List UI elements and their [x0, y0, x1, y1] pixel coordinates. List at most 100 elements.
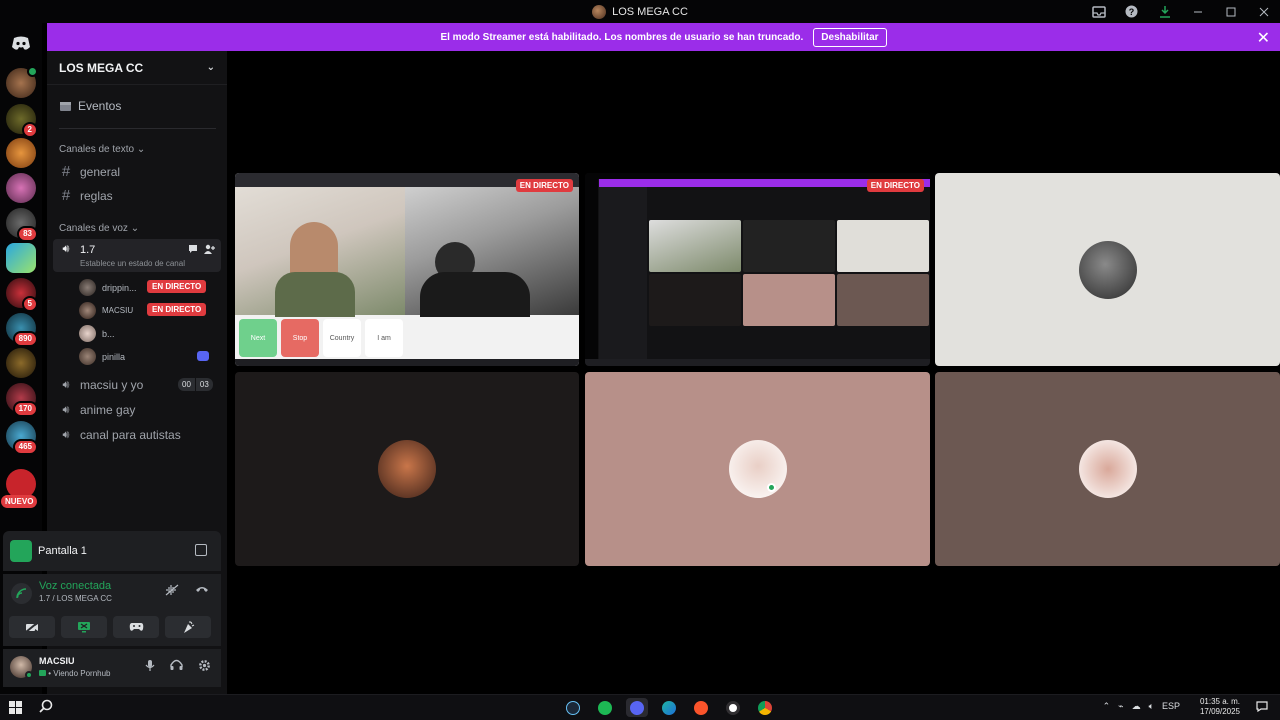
participant-tile[interactable]	[935, 173, 1280, 366]
screen-share-button[interactable]	[61, 616, 107, 638]
username[interactable]: MACSIU	[39, 656, 75, 666]
voice-channel-canal-para-autistas[interactable]: 🔊︎ canal para autistas	[59, 428, 181, 442]
voice-channel-anime-gay[interactable]: 🔊︎ anime gay	[59, 403, 136, 417]
stop-stream-icon[interactable]	[195, 544, 207, 556]
banner-close-icon[interactable]: ✕	[1257, 28, 1270, 48]
language-indicator[interactable]: ESP	[1162, 701, 1180, 712]
maximize-icon[interactable]	[1214, 0, 1247, 23]
mini-tile	[743, 274, 835, 326]
online-status-indicator	[25, 671, 33, 679]
network-icon[interactable]: ⌁	[1118, 701, 1123, 712]
channel-reglas[interactable]: # reglas	[59, 187, 113, 204]
volume-icon[interactable]: 🔈︎	[1149, 701, 1154, 712]
signal-icon[interactable]	[11, 583, 32, 604]
server-icon[interactable]: 890	[6, 313, 38, 347]
close-icon[interactable]	[1247, 0, 1280, 23]
soundboard-button[interactable]	[165, 616, 211, 638]
speaker-icon: 🔊︎	[62, 242, 70, 255]
server-icon[interactable]: 2	[6, 104, 38, 138]
spotify-icon[interactable]	[594, 698, 616, 717]
clock[interactable]: 01:35 a. m. 17/09/2025	[1200, 697, 1240, 717]
server-icon[interactable]: 83	[6, 208, 38, 242]
server-icon[interactable]: 5	[6, 278, 38, 312]
speaker-icon: 🔊︎	[62, 403, 70, 416]
category-text-channels[interactable]: Canales de texto ⌄	[59, 144, 145, 155]
noise-suppression-icon[interactable]	[165, 584, 179, 599]
help-icon[interactable]: ?	[1115, 0, 1148, 23]
unread-badge: 170	[12, 401, 38, 417]
mini-tile	[837, 274, 929, 326]
participant-tile[interactable]	[585, 372, 930, 566]
voice-member[interactable]: drippin...	[79, 279, 137, 296]
taskbar-apps	[562, 698, 776, 717]
obs-icon[interactable]	[722, 698, 744, 717]
invite-user-icon[interactable]	[204, 244, 215, 256]
stream-tile-drippin[interactable]: Next Stop Country I am EN DIRECTO	[235, 173, 579, 366]
voice-member[interactable]: b...	[79, 325, 115, 342]
steam-icon[interactable]	[562, 698, 584, 717]
brave-icon[interactable]	[690, 698, 712, 717]
activities-button[interactable]	[113, 616, 159, 638]
server-icon[interactable]	[6, 173, 36, 203]
chrome-icon[interactable]	[754, 698, 776, 717]
avatar	[1078, 240, 1137, 299]
category-voice-channels[interactable]: Canales de voz ⌄	[59, 223, 139, 234]
user-limit-badge: 00 03	[178, 378, 213, 391]
category-label: Canales de texto	[59, 144, 135, 155]
download-icon[interactable]	[1148, 0, 1181, 23]
voice-channel-active[interactable]: 🔊︎ 1.7 Establece un estado de canal	[53, 239, 221, 272]
game-icon	[39, 670, 46, 676]
camera-off-button[interactable]	[9, 616, 55, 638]
discord-icon[interactable]	[626, 698, 648, 717]
channel-general[interactable]: # general	[59, 163, 120, 180]
chevron-down-icon: ⌄	[130, 223, 140, 234]
user-status-text: Viendo Pornhub	[53, 669, 111, 678]
windows-start-icon[interactable]	[9, 701, 22, 714]
minimize-icon[interactable]	[1181, 0, 1214, 23]
server-icon-los-mega-cc[interactable]	[6, 66, 38, 98]
avatar	[1078, 440, 1137, 498]
server-icon[interactable]	[6, 348, 36, 378]
screen-share-panel: Pantalla 1	[3, 531, 221, 571]
member-name: pinilla	[102, 351, 126, 362]
events-label: Eventos	[78, 99, 122, 113]
server-icon[interactable]: 465	[6, 421, 38, 455]
disable-streamer-button[interactable]: Deshabilitar	[813, 27, 887, 47]
unread-badge: 465	[12, 439, 38, 455]
settings-gear-icon[interactable]	[198, 659, 211, 675]
user-limit: 03	[195, 378, 213, 391]
participant-tile[interactable]	[235, 372, 579, 566]
voice-channel-macsiu-y-yo[interactable]: 🔊︎ macsiu y yo	[59, 378, 144, 392]
cloud-icon[interactable]: ☁︎	[1132, 701, 1141, 712]
divider	[59, 128, 216, 129]
voice-member[interactable]: MACSIU	[79, 302, 133, 319]
server-header[interactable]: LOS MEGA CC ⌄	[47, 51, 227, 85]
voice-action-buttons	[9, 616, 211, 638]
chat-icon[interactable]	[188, 244, 198, 256]
participant-tile[interactable]	[935, 372, 1280, 566]
discord-home-icon[interactable]	[7, 29, 35, 57]
disconnect-icon[interactable]	[195, 584, 209, 599]
server-icon[interactable]	[6, 138, 36, 168]
edge-icon[interactable]	[658, 698, 680, 717]
voice-connected-label[interactable]: Voz conectada	[39, 580, 111, 592]
member-name: drippin...	[102, 282, 137, 293]
stream-tile-macsiu[interactable]: EN DIRECTO	[585, 173, 930, 366]
events-item[interactable]: Eventos	[59, 99, 121, 113]
channel-status-text[interactable]: Establece un estado de canal	[80, 259, 185, 268]
category-label: Canales de voz	[59, 223, 128, 234]
inbox-icon[interactable]	[1082, 0, 1115, 23]
microphone-icon[interactable]	[145, 659, 155, 675]
voice-member[interactable]: pinilla	[79, 348, 125, 365]
channel-label: general	[80, 164, 121, 179]
server-icon[interactable]: 170	[6, 383, 38, 417]
streamer-mode-banner: El modo Streamer está habilitado. Los no…	[47, 23, 1280, 51]
channel-label: reglas	[80, 188, 113, 203]
avatar	[79, 279, 96, 296]
headphones-icon[interactable]	[170, 659, 183, 675]
chevron-up-icon[interactable]: ⌃	[1103, 701, 1111, 712]
member-name: b...	[102, 328, 115, 339]
server-icon[interactable]	[6, 243, 36, 273]
notification-icon[interactable]	[1256, 701, 1268, 715]
search-icon[interactable]	[39, 699, 53, 716]
